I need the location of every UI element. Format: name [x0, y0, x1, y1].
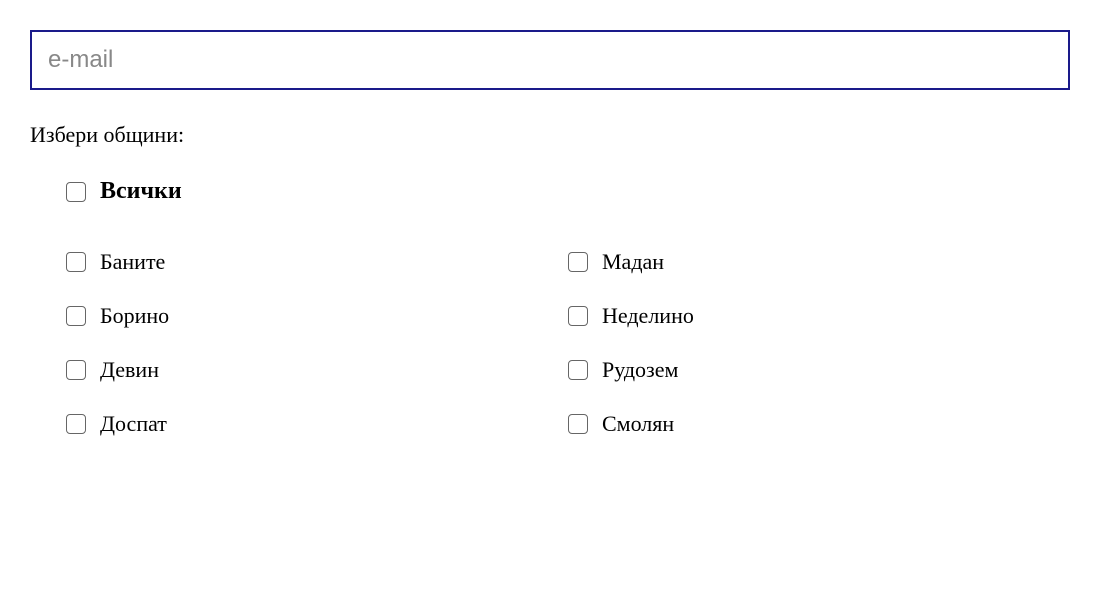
checkbox-label: Доспат: [100, 411, 167, 437]
checkbox-borino[interactable]: [66, 306, 86, 326]
checkbox-label: Смолян: [602, 411, 674, 437]
checkbox-dospat[interactable]: [66, 414, 86, 434]
checkbox-row: Доспат: [66, 411, 568, 437]
checkbox-banite[interactable]: [66, 252, 86, 272]
checkbox-row: Смолян: [568, 411, 1070, 437]
checkbox-label: Баните: [100, 249, 165, 275]
checkbox-label: Девин: [100, 357, 159, 383]
checkbox-label: Мадан: [602, 249, 664, 275]
form-container: Избери общини: Всички Баните Борино Деви…: [0, 0, 1100, 465]
right-column: Мадан Неделино Рудозем Смолян: [568, 249, 1070, 465]
checkbox-row: Рудозем: [568, 357, 1070, 383]
checkbox-madan[interactable]: [568, 252, 588, 272]
checkbox-row: Борино: [66, 303, 568, 329]
checkbox-devin[interactable]: [66, 360, 86, 380]
checkbox-all-row: Всички: [66, 178, 1070, 205]
checkbox-all-label: Всички: [100, 178, 182, 205]
checkbox-row: Девин: [66, 357, 568, 383]
checkbox-label: Неделино: [602, 303, 694, 329]
municipality-columns: Баните Борино Девин Доспат Мадан Н: [66, 249, 1070, 465]
checkbox-row: Неделино: [568, 303, 1070, 329]
checkbox-nedelino[interactable]: [568, 306, 588, 326]
checkbox-all[interactable]: [66, 182, 86, 202]
checkbox-label: Рудозем: [602, 357, 678, 383]
checkbox-label: Борино: [100, 303, 169, 329]
checkbox-row: Мадан: [568, 249, 1070, 275]
checkbox-row: Баните: [66, 249, 568, 275]
checkbox-smolyan[interactable]: [568, 414, 588, 434]
select-municipalities-label: Избери общини:: [30, 122, 1070, 148]
left-column: Баните Борино Девин Доспат: [66, 249, 568, 465]
checkbox-rudozem[interactable]: [568, 360, 588, 380]
email-input[interactable]: [30, 30, 1070, 90]
